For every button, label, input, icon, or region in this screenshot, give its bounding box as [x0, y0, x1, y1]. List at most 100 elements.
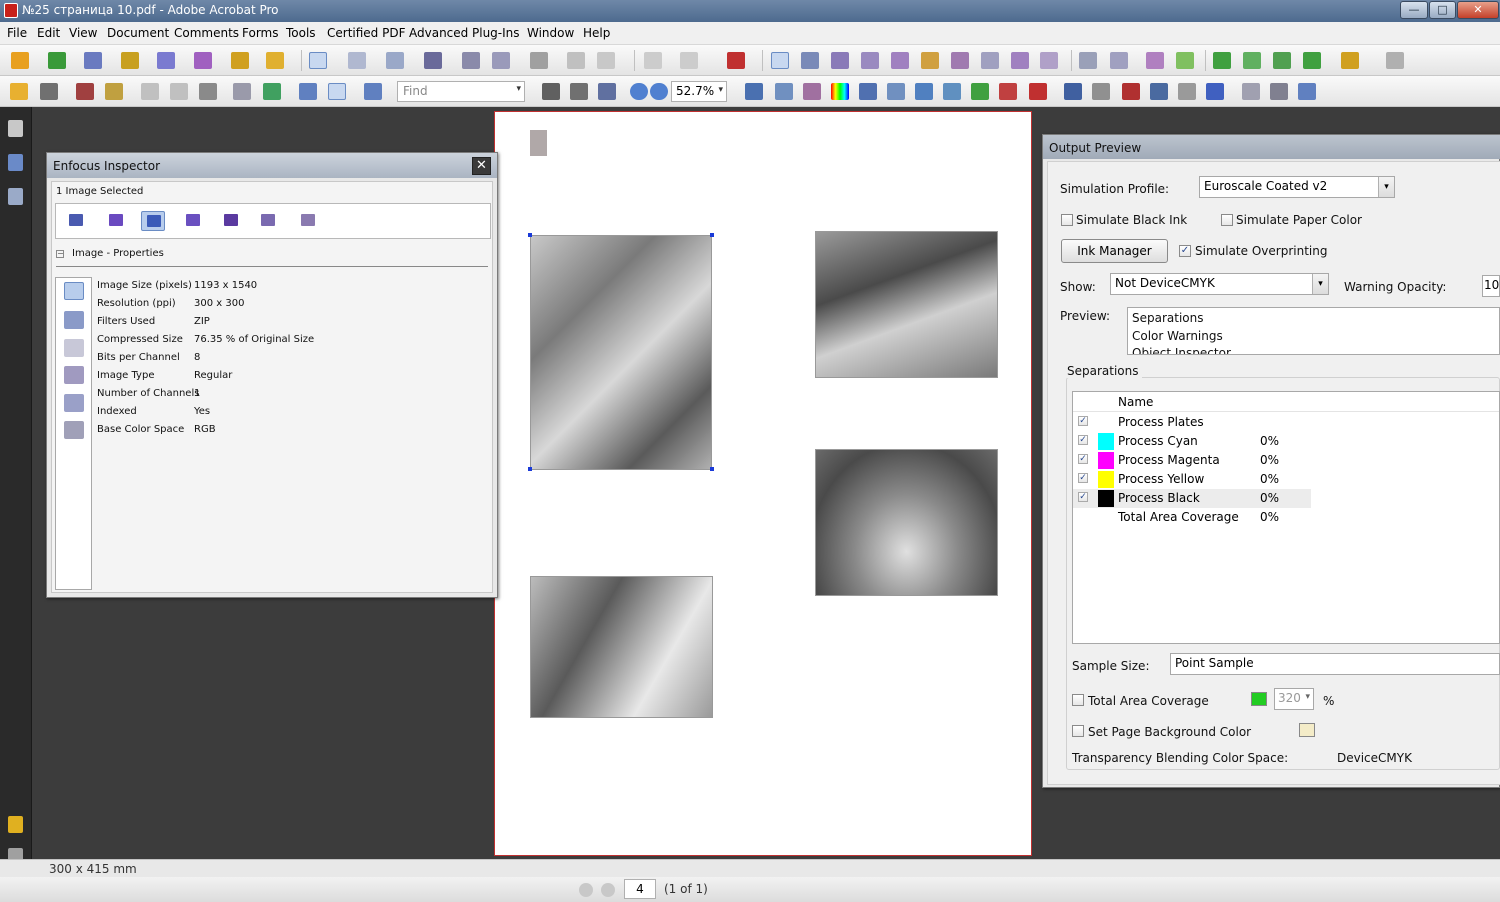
move-icon[interactable]	[386, 52, 404, 69]
output-icon[interactable]	[981, 52, 999, 69]
process-magenta-checkbox[interactable]: ✓	[1078, 454, 1088, 464]
menu-edit[interactable]: Edit	[37, 26, 60, 40]
process-plates-checkbox[interactable]: ✓	[1078, 416, 1088, 426]
separation-row-process-plates[interactable]: ✓ Process Plates	[1073, 413, 1311, 432]
separation-row-process-magenta[interactable]: ✓ Process Magenta 0%	[1073, 451, 1311, 470]
print-production-icon[interactable]	[951, 52, 969, 69]
menu-view[interactable]: View	[69, 26, 97, 40]
edit-image-icon[interactable]	[64, 311, 84, 329]
tac-dropdown-icon[interactable]: ▾	[1305, 692, 1310, 702]
color-mask-icon[interactable]	[64, 421, 84, 439]
menu-certified-pdf[interactable]: Certified PDF	[327, 26, 406, 40]
selection-handle[interactable]	[710, 233, 714, 237]
tab-position[interactable]	[256, 211, 280, 231]
find-dropdown-icon[interactable]: ▾	[516, 84, 521, 94]
minimize-button[interactable]: —	[1400, 1, 1428, 19]
ok-icon[interactable]	[1092, 83, 1110, 100]
copy-icon[interactable]	[1270, 83, 1288, 100]
open-folder-icon[interactable]	[10, 83, 28, 100]
panel-icon[interactable]	[1386, 52, 1404, 69]
sign-pen-icon[interactable]	[157, 52, 175, 69]
previous-page-icon[interactable]	[579, 883, 593, 897]
collapse-icon[interactable]: −	[56, 250, 64, 258]
comment-icon[interactable]	[266, 52, 284, 69]
process-black-checkbox[interactable]: ✓	[1078, 492, 1088, 502]
photo-sand-circle[interactable]	[815, 449, 998, 596]
bookmarks-panel-icon[interactable]	[8, 154, 23, 171]
attach-icon[interactable]	[680, 52, 698, 69]
simulate-paper-color-checkbox[interactable]	[1221, 214, 1233, 226]
guide-icon[interactable]	[1146, 52, 1164, 69]
refresh-icon[interactable]	[263, 83, 281, 100]
tac-color-swatch[interactable]	[1251, 692, 1267, 706]
mail-icon[interactable]	[1243, 52, 1261, 69]
process-cyan-checkbox[interactable]: ✓	[1078, 435, 1088, 445]
arrange-icon[interactable]	[915, 83, 933, 100]
separation-row-process-yellow[interactable]: ✓ Process Yellow 0%	[1073, 470, 1311, 489]
share-icon[interactable]	[76, 83, 94, 100]
comments-panel-icon[interactable]	[8, 816, 23, 833]
page-box-icon[interactable]	[745, 83, 763, 100]
flatten-icon[interactable]	[999, 83, 1017, 100]
simulation-profile-select[interactable]: Euroscale Coated v2 ▾	[1199, 176, 1395, 198]
preview-option-color-warnings[interactable]: Color Warnings	[1132, 329, 1223, 343]
ink-icon[interactable]	[1011, 52, 1029, 69]
save-icon[interactable]	[141, 83, 159, 100]
inspector-close-button[interactable]: ✕	[472, 157, 491, 175]
two-page-icon[interactable]	[364, 83, 382, 100]
separation-row-process-cyan[interactable]: ✓ Process Cyan 0%	[1073, 432, 1311, 451]
menu-forms[interactable]: Forms	[242, 26, 278, 40]
settings-icon[interactable]	[861, 52, 879, 69]
photo-classroom[interactable]	[530, 576, 713, 718]
pixel-grid-icon[interactable]	[64, 339, 84, 357]
menu-comments[interactable]: Comments	[174, 26, 239, 40]
pages-panel-icon[interactable]	[8, 120, 23, 137]
select-arrow-icon[interactable]	[309, 52, 327, 69]
signatures-panel-icon[interactable]	[8, 188, 23, 205]
pin-tool-icon[interactable]	[1029, 83, 1047, 100]
pin-icon[interactable]	[530, 52, 548, 69]
preview-mode-list[interactable]: Separations Color Warnings Object Inspec…	[1127, 307, 1500, 355]
menu-window[interactable]: Window	[527, 26, 574, 40]
filter-icon[interactable]	[891, 52, 909, 69]
menu-document[interactable]: Document	[107, 26, 169, 40]
image-settings-icon[interactable]	[64, 394, 84, 412]
marquee-select-icon[interactable]	[348, 52, 366, 69]
tab-text[interactable]	[104, 211, 128, 231]
menu-file[interactable]: File	[7, 26, 27, 40]
menu-tools[interactable]: Tools	[286, 26, 316, 40]
color-bars-icon[interactable]	[831, 83, 849, 100]
crop-page-icon[interactable]	[775, 83, 793, 100]
selection-handle[interactable]	[528, 467, 532, 471]
select-text-icon[interactable]	[542, 83, 560, 100]
preview-option-object-inspector[interactable]: Object Inspector	[1132, 346, 1231, 354]
output-preview-header[interactable]: Output Preview	[1043, 135, 1500, 159]
photo-children-drawing[interactable]	[530, 235, 712, 470]
inspector-header[interactable]: Enfocus Inspector ✕	[47, 153, 497, 178]
font-tool-icon[interactable]	[462, 52, 480, 69]
grid-icon[interactable]	[1110, 52, 1128, 69]
fit-page-icon[interactable]	[299, 83, 317, 100]
maximize-button[interactable]: □	[1429, 1, 1456, 19]
text-tool-icon[interactable]	[424, 52, 442, 69]
chevron-down-icon[interactable]: ▾	[1312, 274, 1328, 294]
show-select[interactable]: Not DeviceCMYK ▾	[1110, 273, 1329, 295]
gear-icon[interactable]	[1150, 83, 1168, 100]
page-background-color-swatch[interactable]	[1299, 723, 1315, 737]
check-icon[interactable]	[801, 52, 819, 69]
filter-funnel-icon[interactable]	[64, 366, 84, 384]
section-header[interactable]: − Image - Properties	[56, 248, 164, 259]
warning-opacity-input[interactable]: 100	[1482, 275, 1500, 297]
fit-width-icon[interactable]	[328, 83, 346, 100]
snapshot-icon[interactable]	[1242, 83, 1260, 100]
process-yellow-checkbox[interactable]: ✓	[1078, 473, 1088, 483]
zoom-icon[interactable]	[598, 83, 616, 100]
preflight-icon[interactable]	[771, 52, 789, 69]
layers-icon[interactable]	[1303, 52, 1321, 69]
combine-files-icon[interactable]	[48, 52, 66, 69]
create-pdf-icon[interactable]	[11, 52, 29, 69]
edit-image-icon[interactable]	[803, 83, 821, 100]
zoom-out-icon[interactable]	[630, 83, 648, 100]
menu-plug-ins[interactable]: Plug-Ins	[472, 26, 520, 40]
tab-object[interactable]	[64, 211, 88, 231]
